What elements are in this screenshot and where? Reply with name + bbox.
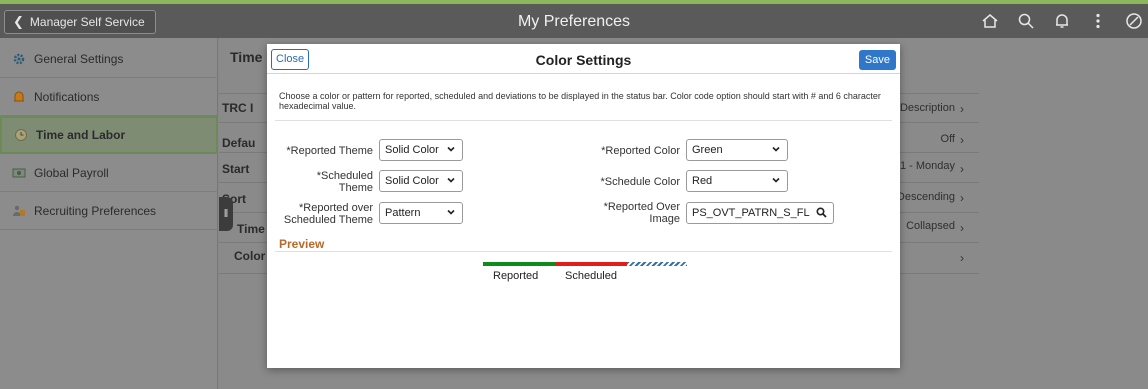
- home-icon[interactable]: [976, 10, 1004, 32]
- chevron-down-icon: [447, 177, 455, 183]
- setting-label-color: Color: [234, 249, 266, 263]
- preview-title: Preview: [279, 237, 325, 251]
- chevron-down-icon: [772, 146, 780, 152]
- divider: [275, 251, 892, 252]
- setting-label-start: Start: [222, 162, 250, 176]
- reported-over-scheduled-theme-label-line1: *Reported over: [299, 202, 373, 214]
- sidebar-item-time-and-labor[interactable]: Time and Labor: [0, 116, 218, 154]
- chevron-right-icon[interactable]: ›: [960, 221, 964, 235]
- sidebar-item-label: Notifications: [34, 89, 100, 104]
- scheduled-theme-label-line1: *Scheduled: [316, 170, 373, 182]
- reported-over-image-label-line1: *Reported Over: [603, 201, 680, 213]
- chevron-right-icon[interactable]: ›: [960, 133, 964, 147]
- sidebar-item-recruiting-preferences[interactable]: Recruiting Preferences: [0, 192, 218, 230]
- payroll-icon: [12, 166, 26, 180]
- bell-icon[interactable]: [1048, 10, 1076, 32]
- chevron-down-icon: [447, 146, 455, 152]
- reported-color-label: *Reported Color: [601, 145, 680, 157]
- search-icon[interactable]: [1012, 10, 1040, 32]
- sidebar-item-general-settings[interactable]: General Settings: [0, 40, 218, 78]
- legend-reported: Reported: [493, 270, 539, 282]
- schedule-color-value: Red: [692, 175, 713, 187]
- reported-color-value: Green: [692, 144, 723, 156]
- chevron-right-icon[interactable]: ›: [960, 251, 964, 265]
- color-settings-modal: Close Color Settings Save Choose a color…: [267, 44, 900, 368]
- setting-label-time: Time: [237, 222, 265, 236]
- gear-icon: [12, 52, 26, 66]
- reported-over-image-field[interactable]: PS_OVT_PATRN_S_FL: [686, 202, 834, 224]
- instructions-text: Choose a color or pattern for reported, …: [279, 91, 881, 111]
- scheduled-theme-select[interactable]: Solid Color: [379, 170, 463, 192]
- search-icon[interactable]: [816, 207, 827, 218]
- reported-over-image-label-line2: Image: [649, 213, 680, 225]
- reported-color-bar: [483, 262, 555, 266]
- chevron-down-icon: [772, 177, 780, 183]
- scheduled-theme-value: Solid Color: [385, 175, 439, 187]
- legend-scheduled: Scheduled: [565, 270, 617, 282]
- more-icon[interactable]: [1084, 10, 1112, 32]
- setting-label-trc: TRC I: [222, 101, 254, 115]
- scheduled-theme-label: *Scheduled Theme: [267, 170, 373, 194]
- reported-over-scheduled-theme-label-line2: Scheduled Theme: [283, 214, 373, 226]
- reported-over-scheduled-theme-label: *Reported over Scheduled Theme: [267, 202, 373, 226]
- reported-over-scheduled-theme-select[interactable]: Pattern: [379, 202, 463, 224]
- reported-over-pattern-bar: [627, 262, 687, 266]
- setting-label-default: Defau: [222, 136, 256, 150]
- reported-over-image-label: *Reported Over Image: [567, 201, 680, 225]
- reported-color-select[interactable]: Green: [686, 139, 788, 161]
- reported-over-scheduled-theme-value: Pattern: [385, 207, 421, 219]
- schedule-color-label: *Schedule Color: [600, 176, 681, 188]
- save-button[interactable]: Save: [858, 50, 896, 70]
- banner-accent-line: [0, 0, 1148, 4]
- sidebar-item-label: Global Payroll: [34, 165, 109, 180]
- chevron-down-icon: [447, 209, 455, 215]
- scheduled-color-bar: [555, 262, 627, 266]
- bell-icon: [12, 90, 26, 104]
- top-banner: ❮ Manager Self Service My Preferences: [0, 0, 1148, 38]
- section-title: Time: [230, 49, 263, 65]
- sidebar: General Settings Notifications Time and …: [0, 38, 218, 389]
- chevron-right-icon[interactable]: ›: [960, 102, 964, 116]
- reported-theme-select[interactable]: Solid Color: [379, 139, 463, 161]
- sidebar-item-label: General Settings: [34, 51, 124, 66]
- reported-theme-label: *Reported Theme: [286, 145, 373, 157]
- sidebar-item-label: Time and Labor: [36, 128, 126, 142]
- clock-icon: [14, 128, 28, 142]
- reported-theme-value: Solid Color: [385, 144, 439, 156]
- sidebar-item-label: Recruiting Preferences: [34, 203, 157, 218]
- collapse-sidebar-handle[interactable]: ‖: [219, 197, 233, 231]
- modal-header: Close Color Settings Save: [267, 44, 900, 74]
- modal-title: Color Settings: [535, 52, 632, 68]
- chevron-right-icon[interactable]: ›: [960, 162, 964, 176]
- scheduled-theme-label-line2: Theme: [338, 182, 373, 194]
- header-actions: [968, 10, 1148, 32]
- chevron-right-icon[interactable]: ›: [960, 191, 964, 205]
- sidebar-item-notifications[interactable]: Notifications: [0, 78, 218, 116]
- recruiting-icon: [12, 204, 26, 218]
- schedule-color-select[interactable]: Red: [686, 170, 788, 192]
- divider: [275, 120, 892, 121]
- reported-over-image-value: PS_OVT_PATRN_S_FL: [692, 207, 810, 219]
- compass-icon[interactable]: [1120, 10, 1148, 32]
- sidebar-item-global-payroll[interactable]: Global Payroll: [0, 154, 218, 192]
